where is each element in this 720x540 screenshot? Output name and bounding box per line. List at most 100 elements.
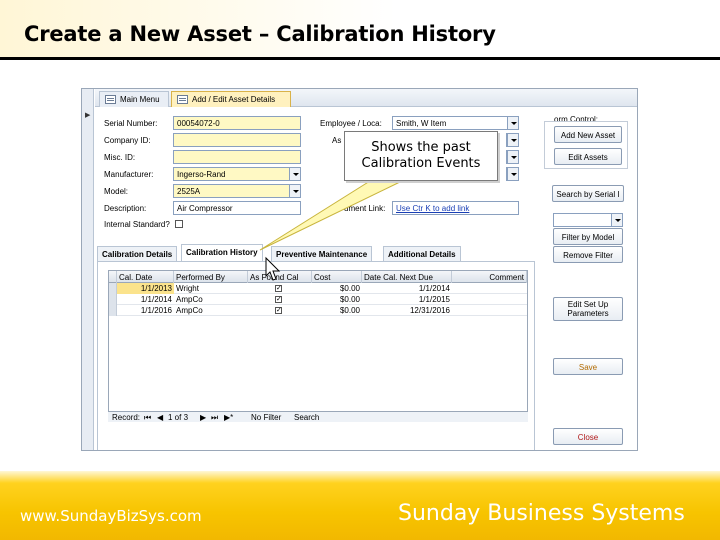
column-header-cost[interactable]: Cost bbox=[312, 271, 362, 283]
close-button[interactable]: Close bbox=[553, 428, 623, 445]
cell-next-due[interactable]: 12/31/2016 bbox=[362, 305, 452, 316]
cell-next-due[interactable]: 1/1/2014 bbox=[362, 283, 452, 294]
employee-location-combo[interactable]: Smith, W Item bbox=[392, 116, 519, 130]
table-row[interactable]: 1/1/2013 Wright ✓ $0.00 1/1/2014 bbox=[109, 283, 527, 294]
tab-additional-details[interactable]: Additional Details bbox=[383, 246, 461, 261]
slide-footer: www.SundayBizSys.com Sunday Business Sys… bbox=[0, 471, 720, 540]
slide-title: Create a New Asset – Calibration History bbox=[24, 22, 496, 46]
employee-location-label: Employee / Loca: bbox=[320, 119, 382, 128]
callout-box: Shows the past Calibration Events bbox=[344, 131, 498, 181]
record-search-box[interactable]: Search bbox=[294, 413, 319, 422]
cell-next-due[interactable]: 1/1/2015 bbox=[362, 294, 452, 305]
row-selector[interactable] bbox=[109, 294, 117, 305]
tab-preventive-maintenance[interactable]: Preventive Maintenance bbox=[271, 246, 373, 261]
footer-url: www.SundayBizSys.com bbox=[20, 507, 202, 525]
expand-arrow-icon[interactable]: ▶ bbox=[85, 111, 90, 119]
tab-main-menu-label: Main Menu bbox=[120, 95, 160, 104]
cell-cost[interactable]: $0.00 bbox=[312, 294, 362, 305]
cell-comment[interactable] bbox=[452, 283, 527, 294]
previous-record-icon[interactable]: ◀ bbox=[157, 413, 163, 422]
dropdown-2[interactable] bbox=[506, 133, 519, 147]
edit-assets-button[interactable]: Edit Assets bbox=[554, 148, 622, 165]
serial-number-label: Serial Number: bbox=[104, 119, 158, 128]
column-header-performed-by[interactable]: Performed By bbox=[174, 271, 248, 283]
tab-calibration-history[interactable]: Calibration History bbox=[181, 244, 263, 261]
edit-setup-line1: Edit Set Up bbox=[567, 300, 609, 309]
column-header-as-found[interactable]: As Found Cal bbox=[248, 271, 312, 283]
as-found-checkbox[interactable]: ✓ bbox=[275, 307, 282, 314]
internal-standard-label: Internal Standard? bbox=[104, 220, 170, 229]
chevron-down-icon[interactable] bbox=[507, 151, 518, 163]
next-record-icon[interactable]: ▶ bbox=[200, 413, 206, 422]
internal-standard-checkbox[interactable] bbox=[175, 220, 183, 228]
cell-performed-by[interactable]: AmpCo bbox=[174, 305, 248, 316]
edit-setup-parameters-button[interactable]: Edit Set Up Parameters bbox=[553, 297, 623, 321]
add-new-asset-label: Add New Asset bbox=[560, 131, 616, 140]
cell-cal-date[interactable]: 1/1/2014 bbox=[117, 294, 174, 305]
save-label: Save bbox=[578, 363, 598, 372]
chevron-down-icon[interactable] bbox=[611, 214, 622, 226]
calibration-history-grid[interactable]: Cal. Date Performed By As Found Cal Cost… bbox=[108, 270, 528, 422]
save-button[interactable]: Save bbox=[553, 358, 623, 375]
callout-line-1: Shows the past bbox=[371, 140, 471, 155]
search-by-serial-button[interactable]: Search by Serial I bbox=[552, 185, 624, 202]
add-new-asset-button[interactable]: Add New Asset bbox=[554, 126, 622, 143]
select-all-corner[interactable] bbox=[109, 271, 117, 283]
model-combo[interactable]: 2525A bbox=[173, 184, 301, 198]
tab-main-menu[interactable]: Main Menu bbox=[99, 91, 169, 107]
form-icon bbox=[177, 95, 188, 104]
form-icon bbox=[105, 95, 116, 104]
tab-add-edit-asset[interactable]: Add / Edit Asset Details bbox=[171, 91, 291, 107]
manufacturer-combo[interactable]: Ingerso-Rand bbox=[173, 167, 301, 181]
as-label: As bbox=[332, 136, 342, 145]
description-field[interactable]: Air Compressor bbox=[173, 201, 301, 215]
cell-cal-date[interactable]: 1/1/2013 bbox=[117, 283, 174, 294]
column-header-next-due[interactable]: Date Cal. Next Due bbox=[362, 271, 452, 283]
navigation-pane-strip[interactable]: ▶ bbox=[82, 89, 94, 450]
footer-brand: Sunday Business Systems bbox=[398, 501, 685, 526]
column-header-cal-date[interactable]: Cal. Date bbox=[117, 271, 174, 283]
dropdown-3[interactable] bbox=[506, 150, 519, 164]
remove-filter-button[interactable]: Remove Filter bbox=[553, 246, 623, 263]
tab-preventive-maintenance-label: Preventive Maintenance bbox=[276, 250, 368, 259]
cell-comment[interactable] bbox=[452, 294, 527, 305]
cell-performed-by[interactable]: AmpCo bbox=[174, 294, 248, 305]
serial-search-combo[interactable] bbox=[553, 213, 623, 227]
chevron-down-icon[interactable] bbox=[507, 117, 518, 129]
tab-additional-details-label: Additional Details bbox=[388, 250, 456, 259]
as-found-checkbox[interactable]: ✓ bbox=[275, 296, 282, 303]
misc-id-label: Misc. ID: bbox=[104, 153, 136, 162]
cell-cal-date[interactable]: 1/1/2016 bbox=[117, 305, 174, 316]
cell-performed-by[interactable]: Wright bbox=[174, 283, 248, 294]
cell-cost[interactable]: $0.00 bbox=[312, 283, 362, 294]
first-record-icon[interactable]: ⏮ bbox=[144, 413, 151, 423]
as-found-checkbox[interactable]: ✓ bbox=[275, 285, 282, 292]
company-id-field[interactable] bbox=[173, 133, 301, 147]
cell-cost[interactable]: $0.00 bbox=[312, 305, 362, 316]
table-row[interactable]: 1/1/2016 AmpCo ✓ $0.00 12/31/2016 bbox=[109, 305, 527, 316]
serial-number-field[interactable]: 00054072-0 bbox=[173, 116, 301, 130]
model-label: Model: bbox=[104, 187, 129, 196]
search-by-serial-label: Search by Serial I bbox=[556, 190, 620, 199]
tab-calibration-details[interactable]: Calibration Details bbox=[97, 246, 178, 261]
document-link-value[interactable]: Use Ctr K to add link bbox=[396, 204, 469, 213]
record-navigation-bar: Record: ⏮ ◀ 1 of 3 ▶ ⏭ ▶* No Filter Sear… bbox=[108, 411, 528, 422]
last-record-icon[interactable]: ⏭ bbox=[211, 413, 218, 423]
misc-id-field[interactable] bbox=[173, 150, 301, 164]
record-position[interactable]: 1 of 3 bbox=[168, 413, 188, 422]
chevron-down-icon[interactable] bbox=[507, 168, 518, 180]
document-link-field[interactable]: Use Ctr K to add link bbox=[392, 201, 519, 215]
chevron-down-icon[interactable] bbox=[289, 168, 300, 180]
row-selector[interactable] bbox=[109, 305, 117, 316]
description-label: Description: bbox=[104, 204, 147, 213]
filter-by-model-button[interactable]: Filter by Model bbox=[553, 228, 623, 245]
column-header-comment[interactable]: Comment bbox=[452, 271, 527, 283]
no-filter-button[interactable]: No Filter bbox=[251, 413, 281, 422]
chevron-down-icon[interactable] bbox=[507, 134, 518, 146]
row-selector[interactable] bbox=[109, 283, 117, 294]
dropdown-4[interactable] bbox=[506, 167, 519, 181]
new-record-icon[interactable]: ▶* bbox=[224, 413, 233, 422]
cell-comment[interactable] bbox=[452, 305, 527, 316]
table-row[interactable]: 1/1/2014 AmpCo ✓ $0.00 1/1/2015 bbox=[109, 294, 527, 305]
chevron-down-icon[interactable] bbox=[289, 185, 300, 197]
